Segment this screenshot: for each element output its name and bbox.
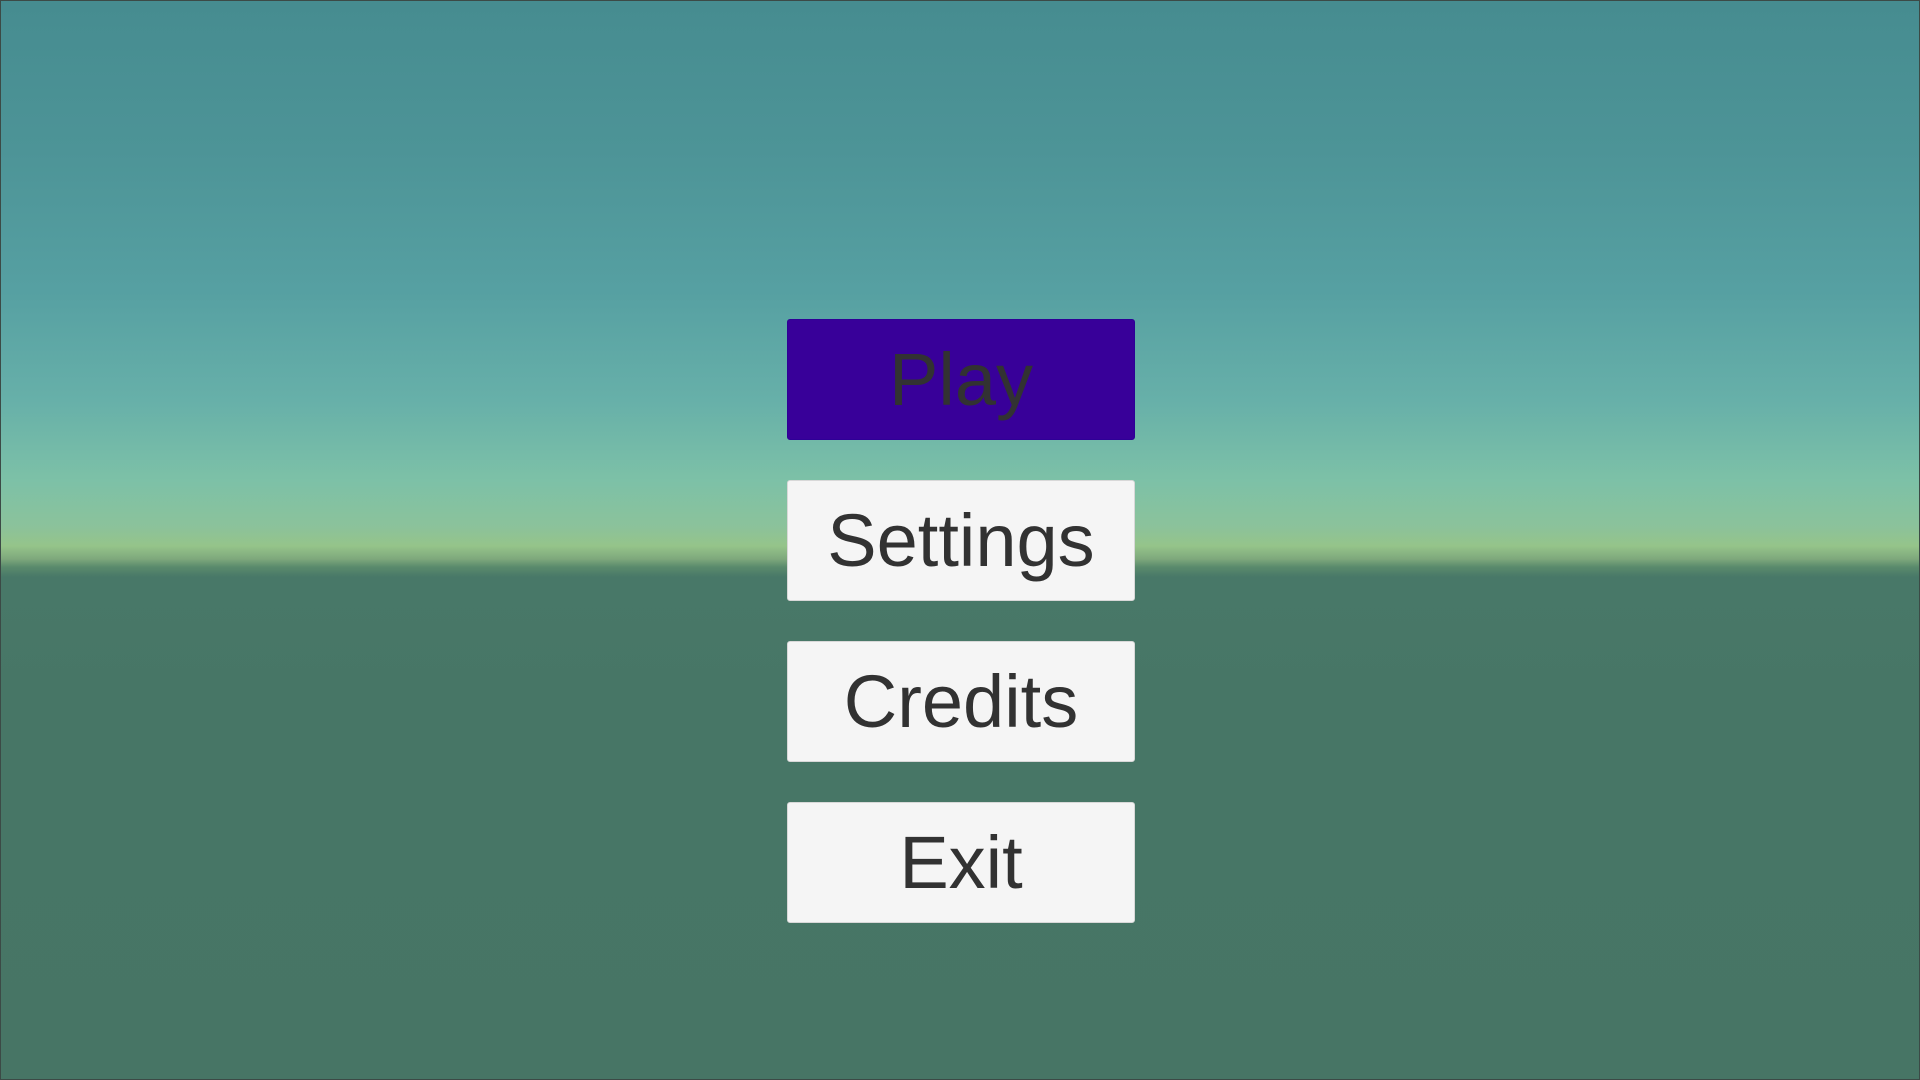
- settings-button[interactable]: Settings: [787, 480, 1135, 601]
- credits-button[interactable]: Credits: [787, 641, 1135, 762]
- play-button[interactable]: Play: [787, 319, 1135, 440]
- settings-button-label: Settings: [827, 498, 1095, 582]
- credits-button-label: Credits: [843, 659, 1079, 743]
- skybox-background: Play Settings Credits Exit: [0, 0, 1920, 1080]
- exit-button[interactable]: Exit: [787, 802, 1135, 923]
- exit-button-label: Exit: [899, 820, 1023, 904]
- play-button-label: Play: [889, 337, 1033, 421]
- main-menu: Play Settings Credits Exit: [787, 319, 1135, 923]
